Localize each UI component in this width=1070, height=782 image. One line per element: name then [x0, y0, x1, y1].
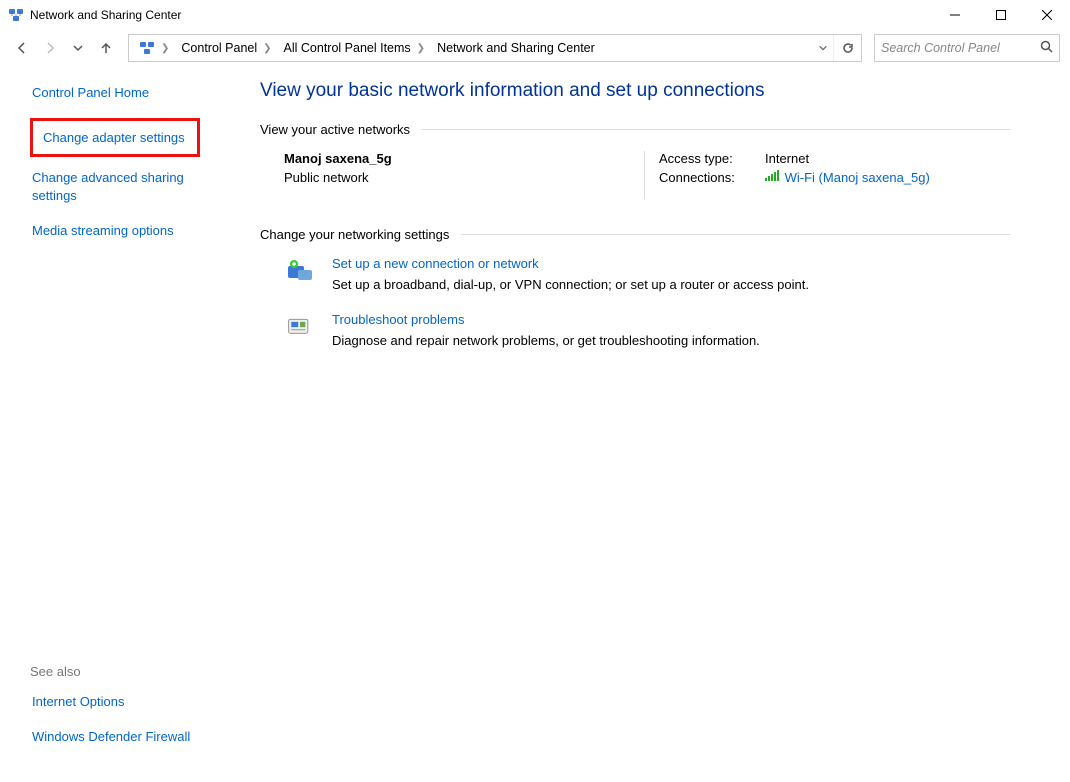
sidebar-change-advanced-sharing[interactable]: Change advanced sharing settings — [30, 167, 200, 206]
group-active-networks: View your active networks — [260, 122, 1010, 137]
access-type-label: Access type: — [659, 151, 745, 166]
see-also-windows-defender-firewall[interactable]: Windows Defender Firewall — [30, 726, 192, 748]
navigation-bar: ❯ Control Panel ❯ All Control Panel Item… — [0, 30, 1070, 66]
group-label: View your active networks — [260, 122, 410, 137]
setup-connection-icon — [284, 256, 316, 288]
access-type-value: Internet — [765, 151, 809, 166]
address-history-button[interactable] — [813, 35, 833, 61]
main-content: View your basic network information and … — [260, 66, 1070, 782]
breadcrumb-item[interactable]: Network and Sharing Center — [431, 35, 601, 61]
action-troubleshoot-link[interactable]: Troubleshoot problems — [332, 312, 464, 327]
breadcrumb-label: Network and Sharing Center — [437, 41, 595, 55]
active-network-block: Manoj saxena_5g Public network Access ty… — [260, 151, 1010, 199]
page-heading: View your basic network information and … — [260, 80, 1010, 102]
minimize-button[interactable] — [932, 0, 978, 30]
action-troubleshoot-desc: Diagnose and repair network problems, or… — [332, 333, 760, 348]
see-also-section: See also Internet Options Windows Defend… — [30, 664, 192, 762]
chevron-right-icon: ❯ — [161, 43, 169, 54]
search-input[interactable]: Search Control Panel — [874, 34, 1060, 62]
recent-locations-button[interactable] — [66, 36, 90, 60]
sidebar: Control Panel Home Change adapter settin… — [0, 66, 260, 782]
breadcrumb-label: Control Panel — [181, 41, 257, 55]
breadcrumb-item[interactable]: Control Panel ❯ — [175, 35, 277, 61]
see-also-internet-options[interactable]: Internet Options — [30, 691, 127, 713]
group-change-networking: Change your networking settings — [260, 227, 1010, 242]
chevron-right-icon: ❯ — [263, 43, 271, 54]
troubleshoot-icon — [284, 312, 316, 344]
network-type: Public network — [284, 170, 644, 185]
action-troubleshoot: Troubleshoot problems Diagnose and repai… — [260, 312, 1010, 348]
back-button[interactable] — [10, 36, 34, 60]
action-setup-desc: Set up a broadband, dial-up, or VPN conn… — [332, 277, 809, 292]
action-setup-link[interactable]: Set up a new connection or network — [332, 256, 539, 271]
connections-label: Connections: — [659, 170, 745, 185]
action-setup-connection: Set up a new connection or network Set u… — [260, 256, 1010, 292]
search-placeholder: Search Control Panel — [881, 41, 1000, 55]
vertical-divider — [644, 151, 645, 199]
see-also-heading: See also — [30, 664, 192, 679]
divider — [422, 129, 1010, 130]
wifi-signal-icon — [765, 170, 779, 182]
divider — [461, 234, 1010, 235]
connection-link[interactable]: Wi-Fi (Manoj saxena_5g) — [785, 170, 930, 185]
breadcrumb-icon[interactable]: ❯ — [133, 35, 175, 61]
address-bar[interactable]: ❯ Control Panel ❯ All Control Panel Item… — [128, 34, 862, 62]
refresh-button[interactable] — [833, 35, 861, 61]
search-icon — [1040, 40, 1053, 56]
window-titlebar: Network and Sharing Center — [0, 0, 1070, 30]
chevron-right-icon: ❯ — [417, 43, 425, 54]
sidebar-media-streaming[interactable]: Media streaming options — [30, 220, 176, 242]
breadcrumb-label: All Control Panel Items — [284, 41, 411, 55]
maximize-button[interactable] — [978, 0, 1024, 30]
highlight-box: Change adapter settings — [30, 118, 200, 158]
group-label: Change your networking settings — [260, 227, 449, 242]
forward-button[interactable] — [38, 36, 62, 60]
up-button[interactable] — [94, 36, 118, 60]
sidebar-change-adapter-settings[interactable]: Change adapter settings — [41, 127, 187, 149]
network-name: Manoj saxena_5g — [284, 151, 644, 166]
window-title: Network and Sharing Center — [30, 8, 181, 22]
breadcrumb-item[interactable]: All Control Panel Items ❯ — [278, 35, 432, 61]
close-button[interactable] — [1024, 0, 1070, 30]
sidebar-control-panel-home[interactable]: Control Panel Home — [30, 82, 151, 104]
network-center-icon — [8, 7, 24, 23]
